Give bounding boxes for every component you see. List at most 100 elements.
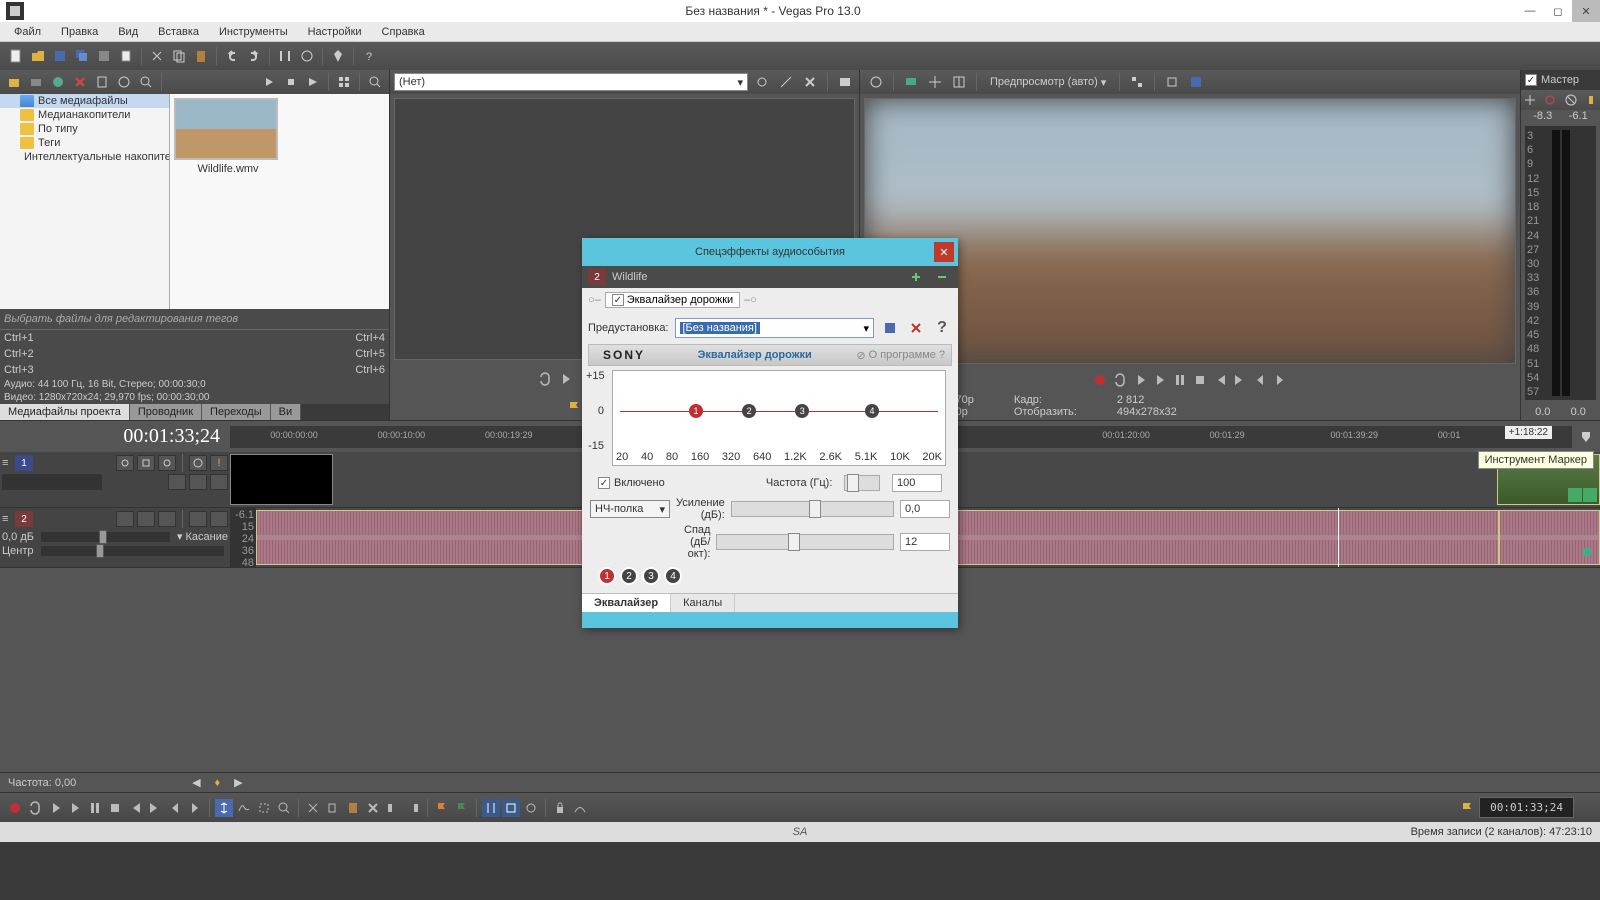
snapshot-copy-icon[interactable] <box>1162 72 1182 92</box>
delete-preset-icon[interactable] <box>906 318 926 338</box>
tree-media-devices[interactable]: Медианакопители <box>0 108 169 122</box>
redo-icon[interactable] <box>244 46 264 66</box>
track-automation-icon[interactable] <box>158 455 176 471</box>
tree-by-type[interactable]: По типу <box>0 122 169 136</box>
comp-child-icon[interactable] <box>210 474 228 490</box>
chain-add-icon[interactable] <box>906 267 926 287</box>
preview-fx-icon[interactable] <box>925 72 945 92</box>
selection-tool-icon[interactable] <box>255 799 273 817</box>
master-automation-icon[interactable] <box>1542 90 1560 110</box>
views-icon[interactable] <box>334 72 354 92</box>
marker-flag-icon[interactable] <box>433 799 451 817</box>
menu-help[interactable]: Справка <box>372 24 435 40</box>
copy-icon[interactable] <box>324 799 342 817</box>
trimmer-display-icon[interactable] <box>835 72 855 92</box>
cut-icon[interactable] <box>304 799 322 817</box>
track-fx-icon[interactable] <box>116 511 134 527</box>
tab-transitions[interactable]: Переходы <box>202 404 271 420</box>
band-tab-3[interactable]: 3 <box>642 567 660 585</box>
zoom-tool-icon[interactable] <box>275 799 293 817</box>
menu-options[interactable]: Настройки <box>298 24 372 40</box>
menu-edit[interactable]: Правка <box>51 24 108 40</box>
loop-icon[interactable] <box>26 799 44 817</box>
track-motion-icon[interactable] <box>137 455 155 471</box>
trim-end-icon[interactable] <box>404 799 422 817</box>
dialog-titlebar[interactable]: Спецэффекты аудиособытия ✕ <box>582 238 958 266</box>
play-start-icon[interactable] <box>46 799 64 817</box>
pause-icon[interactable] <box>86 799 104 817</box>
play-icon[interactable] <box>66 799 84 817</box>
minimize-button[interactable]: — <box>1516 0 1544 22</box>
fx-chain-item[interactable]: ✓Эквалайзер дорожки <box>605 292 740 308</box>
menu-tools[interactable]: Инструменты <box>209 24 298 40</box>
copy-icon[interactable] <box>169 46 189 66</box>
open-icon[interactable] <box>28 46 48 66</box>
trim-start-icon[interactable] <box>384 799 402 817</box>
video-clip[interactable] <box>230 454 333 505</box>
zoom-icon[interactable] <box>365 72 385 92</box>
clip-fx-icon[interactable] <box>1577 542 1597 562</box>
trimmer-tool-icon[interactable] <box>776 72 796 92</box>
lock-envelopes-icon[interactable] <box>551 799 569 817</box>
preview-monitor-icon[interactable] <box>901 72 921 92</box>
master-fx-icon[interactable] <box>1521 90 1539 110</box>
slope-input[interactable] <box>900 533 950 551</box>
comp-mode-icon[interactable] <box>168 474 186 490</box>
stop-icon[interactable] <box>106 799 124 817</box>
undo-icon[interactable] <box>222 46 242 66</box>
volume-slider[interactable] <box>41 532 170 542</box>
make-parent-icon[interactable] <box>189 474 207 490</box>
compositing-slider[interactable] <box>2 474 102 490</box>
band-tab-4[interactable]: 4 <box>664 567 682 585</box>
tree-tags[interactable]: Теги <box>0 136 169 150</box>
audio-track-header[interactable]: ≡ 2 0,0 дБ ▾ Касание <box>0 508 230 567</box>
filter-type-combo[interactable]: НЧ-полка▾ <box>590 500 670 518</box>
go-end-icon[interactable] <box>146 799 164 817</box>
preview-viewport[interactable] <box>864 98 1516 364</box>
fx-enable-checkbox[interactable]: ✓ <box>612 294 624 306</box>
normal-edit-tool-icon[interactable] <box>215 799 233 817</box>
trimmer-delete-icon[interactable] <box>800 72 820 92</box>
scrub-stop-icon[interactable]: ♦ <box>207 773 227 793</box>
prev-frame-icon[interactable] <box>166 799 184 817</box>
crossfade-icon[interactable] <box>571 799 589 817</box>
stop-preview-icon[interactable] <box>281 72 301 92</box>
play-start-icon[interactable] <box>1131 371 1149 389</box>
next-frame-icon[interactable] <box>1271 371 1289 389</box>
properties-icon[interactable] <box>116 46 136 66</box>
loop-icon[interactable] <box>1111 371 1129 389</box>
next-frame-icon[interactable] <box>186 799 204 817</box>
get-media-icon[interactable] <box>48 72 68 92</box>
auto-preview-icon[interactable] <box>303 72 323 92</box>
timeline-position[interactable]: 00:01:33;24 <box>123 425 220 448</box>
record-icon[interactable] <box>1091 371 1109 389</box>
freq-input[interactable] <box>892 474 942 492</box>
freq-slider[interactable] <box>844 475 880 491</box>
tab-project-media[interactable]: Медиафайлы проекта <box>0 404 130 420</box>
video-track-header[interactable]: ≡ 1 ! <box>0 452 230 507</box>
maximize-button[interactable]: ◻ <box>1544 0 1572 22</box>
checkbox-icon[interactable]: ✓ <box>1525 74 1537 86</box>
search-icon[interactable] <box>136 72 156 92</box>
chain-remove-icon[interactable] <box>932 267 952 287</box>
stop-icon[interactable] <box>1191 371 1209 389</box>
menu-file[interactable]: Файл <box>4 24 51 40</box>
timecode-flag-icon[interactable] <box>1457 798 1477 818</box>
save-preset-icon[interactable] <box>880 318 900 338</box>
snapshot-save-icon[interactable] <box>1186 72 1206 92</box>
eq-graph[interactable]: 1 2 3 4 2040801603206401.2K2.6K5.1K10K20… <box>612 370 946 466</box>
go-start-icon[interactable] <box>126 799 144 817</box>
snap-icon[interactable] <box>275 46 295 66</box>
eq-band-2-handle[interactable]: 2 <box>742 404 756 418</box>
track-fx-icon[interactable] <box>116 455 134 471</box>
capture-icon[interactable] <box>26 72 46 92</box>
new-icon[interactable] <box>6 46 26 66</box>
trimmer-file-combo[interactable]: (Нет)▾ <box>394 73 748 91</box>
region-flag-icon[interactable] <box>453 799 471 817</box>
tab-explorer[interactable]: Проводник <box>130 404 202 420</box>
preview-quality-dropdown[interactable]: Предпросмотр (авто)▾ <box>984 76 1112 89</box>
band-tab-1[interactable]: 1 <box>598 567 616 585</box>
record-icon[interactable] <box>6 799 24 817</box>
loop-icon[interactable] <box>536 370 554 388</box>
eq-band-4-handle[interactable]: 4 <box>865 404 879 418</box>
